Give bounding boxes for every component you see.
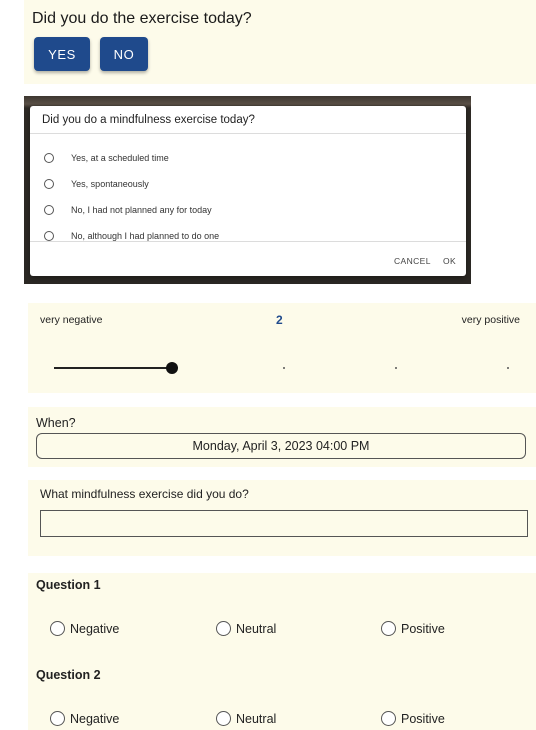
option-label: Negative <box>70 621 120 636</box>
radio-circle-icon <box>44 179 54 189</box>
dialog-option-label: No, I had not planned any for today <box>71 205 212 215</box>
slider-track-fill <box>54 367 172 369</box>
rating-slider[interactable] <box>54 361 514 375</box>
slider-thumb[interactable] <box>166 362 178 374</box>
option-label: Neutral <box>236 711 277 726</box>
radio-circle-icon <box>381 621 396 636</box>
radio-circle-icon <box>44 205 54 215</box>
option-label: Positive <box>401 621 445 636</box>
when-label: When? <box>36 416 76 430</box>
radio-circle-icon <box>44 153 54 163</box>
dialog-ok-button[interactable]: OK <box>443 256 456 266</box>
question-1-option-neutral[interactable]: Neutral <box>216 621 276 636</box>
dialog-option-spontaneous[interactable]: Yes, spontaneously <box>44 177 149 191</box>
question-1-option-negative[interactable]: Negative <box>50 621 119 636</box>
radio-circle-icon <box>216 711 231 726</box>
dialog-option-scheduled[interactable]: Yes, at a scheduled time <box>44 151 169 165</box>
yes-button[interactable]: YES <box>34 37 90 71</box>
exercise-type-input[interactable] <box>40 510 528 537</box>
dialog-option-not-planned[interactable]: No, I had not planned any for today <box>44 203 212 217</box>
slider-tick-mark <box>395 367 397 369</box>
slider-tick-mark <box>283 367 285 369</box>
dialog-divider-top <box>30 133 466 134</box>
rating-max-label: very positive <box>461 314 520 326</box>
option-label: Neutral <box>236 621 277 636</box>
questions-panel: Question 1 Negative Neutral Positive Que… <box>28 573 536 730</box>
datetime-field[interactable]: Monday, April 3, 2023 04:00 PM <box>36 433 526 459</box>
dialog-option-label: No, although I had planned to do one <box>71 231 220 241</box>
question-2-option-negative[interactable]: Negative <box>50 711 119 726</box>
question-1-title: Question 1 <box>36 578 101 592</box>
question-2-option-neutral[interactable]: Neutral <box>216 711 276 726</box>
no-button[interactable]: NO <box>100 37 148 71</box>
question-1-option-positive[interactable]: Positive <box>381 621 445 636</box>
dialog-title: Did you do a mindfulness exercise today? <box>42 114 255 126</box>
dialog-backdrop: Did you do a mindfulness exercise today?… <box>24 96 471 284</box>
radio-circle-icon <box>50 621 65 636</box>
exercise-type-label: What mindfulness exercise did you do? <box>40 487 249 501</box>
mindfulness-dialog: Did you do a mindfulness exercise today?… <box>30 106 466 276</box>
dialog-divider-bottom <box>30 241 466 242</box>
option-label: Negative <box>70 711 120 726</box>
exercise-today-question: Did you do the exercise today? <box>32 10 252 27</box>
exercise-today-panel: Did you do the exercise today? YES NO <box>24 0 536 84</box>
question-2-title: Question 2 <box>36 668 101 682</box>
radio-circle-icon <box>44 231 54 241</box>
radio-circle-icon <box>381 711 396 726</box>
question-2-option-positive[interactable]: Positive <box>381 711 445 726</box>
when-panel: When? Monday, April 3, 2023 04:00 PM <box>28 407 536 467</box>
rating-value: 2 <box>276 313 283 327</box>
dialog-cancel-button[interactable]: CANCEL <box>394 256 431 266</box>
slider-tick-mark <box>507 367 509 369</box>
exercise-type-panel: What mindfulness exercise did you do? <box>28 480 536 556</box>
dialog-option-label: Yes, spontaneously <box>71 179 149 189</box>
radio-circle-icon <box>216 621 231 636</box>
option-label: Positive <box>401 711 445 726</box>
radio-circle-icon <box>50 711 65 726</box>
dialog-option-label: Yes, at a scheduled time <box>71 153 169 163</box>
rating-panel: very negative 2 very positive <box>28 303 536 393</box>
rating-min-label: very negative <box>40 314 103 326</box>
